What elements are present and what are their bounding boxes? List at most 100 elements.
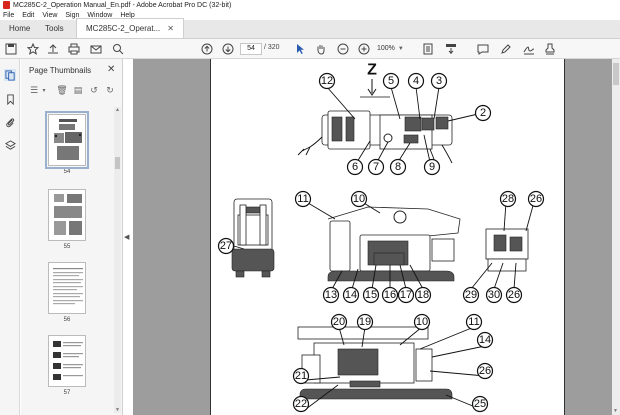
- print-icon[interactable]: [67, 42, 81, 56]
- svg-text:10: 10: [353, 193, 365, 205]
- mail-icon[interactable]: [89, 42, 103, 56]
- scrollbar-thumb[interactable]: [613, 63, 619, 85]
- thumbnail-page-number: 56: [63, 317, 71, 323]
- zoom-select[interactable]: 100% ▼: [377, 43, 413, 55]
- insert-page-icon[interactable]: ▤: [72, 84, 84, 96]
- bookmark-icon[interactable]: [4, 93, 16, 105]
- collapse-panel-icon[interactable]: ◀: [124, 233, 132, 241]
- tab-home[interactable]: Home: [0, 19, 36, 38]
- callout-16: 16: [381, 286, 399, 304]
- callout-29: 29: [462, 286, 480, 304]
- svg-text:10: 10: [416, 316, 428, 328]
- zoom-out-icon[interactable]: [336, 42, 350, 56]
- callout-14: 14: [342, 286, 360, 304]
- close-icon[interactable]: ✕: [107, 64, 115, 75]
- save-icon[interactable]: [4, 42, 18, 56]
- callout-18: 18: [414, 286, 432, 304]
- prev-page-icon[interactable]: [200, 42, 214, 56]
- callout-26: 26: [476, 362, 494, 380]
- search-icon[interactable]: [111, 42, 125, 56]
- svg-text:20: 20: [333, 316, 345, 328]
- layers-icon[interactable]: [4, 139, 16, 151]
- thumbnail-page-number: 57: [63, 390, 71, 396]
- tab-tools[interactable]: Tools: [36, 19, 72, 38]
- rotate-left-icon[interactable]: ↺: [88, 84, 100, 96]
- document-view[interactable]: Z 12 5 4 3 2 6 7 8 9 11 10 28 26 27 13 1…: [133, 59, 620, 415]
- menu-file[interactable]: File: [3, 12, 14, 19]
- scrollbar-thumb[interactable]: [115, 157, 120, 169]
- thumbnail-image: [45, 111, 89, 169]
- zoom-in-icon[interactable]: [357, 42, 371, 56]
- hand-icon[interactable]: [314, 42, 328, 56]
- machine-side-view: [327, 206, 461, 282]
- thumbnail-image: [48, 335, 86, 387]
- scroll-down-icon[interactable]: ▼: [613, 408, 618, 414]
- callout-25: 25: [471, 395, 489, 413]
- chevron-down-icon: ▼: [397, 46, 404, 52]
- callout-14: 14: [476, 331, 494, 349]
- highlight-icon[interactable]: [499, 42, 513, 56]
- acrobat-icon: [3, 1, 10, 9]
- svg-text:3: 3: [436, 75, 442, 87]
- callout-19: 19: [356, 313, 374, 331]
- callout-9: 9: [423, 158, 441, 176]
- thumbnail-page-57[interactable]: 57: [48, 335, 86, 396]
- svg-text:26: 26: [479, 365, 491, 377]
- scroll-up-icon[interactable]: ▲: [114, 107, 121, 113]
- tab-document[interactable]: MC285C-2_Operat... ✕: [76, 18, 184, 38]
- next-page-icon[interactable]: [221, 42, 235, 56]
- comment-icon[interactable]: [476, 42, 490, 56]
- thumbnail-page-55[interactable]: 55: [48, 189, 86, 250]
- svg-text:25: 25: [474, 398, 486, 410]
- scroll-mode-icon[interactable]: [444, 42, 458, 56]
- svg-text:27: 27: [220, 240, 232, 252]
- thumbnails-scrollbar[interactable]: ▲ ▼: [114, 107, 121, 413]
- thumbnail-page-number: 54: [63, 169, 71, 175]
- callout-11: 11: [294, 190, 312, 208]
- zoom-value: 100%: [377, 45, 395, 52]
- callout-21: 21: [292, 367, 310, 385]
- close-icon[interactable]: ✕: [167, 24, 174, 33]
- document-scrollbar[interactable]: ▼: [612, 59, 620, 415]
- callout-17: 17: [397, 286, 415, 304]
- svg-text:26: 26: [530, 193, 542, 205]
- callout-27: 27: [217, 237, 235, 255]
- machine-front-view: [231, 198, 275, 278]
- thumbnails-panel-title: Page Thumbnails: [29, 66, 92, 75]
- callout-26: 26: [505, 286, 523, 304]
- pdf-page: Z 12 5 4 3 2 6 7 8 9 11 10 28 26 27 13 1…: [210, 59, 565, 415]
- svg-text:11: 11: [468, 316, 479, 328]
- callout-30: 30: [485, 286, 503, 304]
- scroll-down-icon[interactable]: ▼: [114, 407, 121, 413]
- callout-2: 2: [474, 104, 492, 122]
- select-cursor-icon[interactable]: [293, 42, 307, 56]
- parts-diagram: Z 12 5 4 3 2 6 7 8 9 11 10 28 26 27 13 1…: [217, 62, 545, 413]
- page-number-input[interactable]: 54: [240, 43, 262, 55]
- page-fit-icon[interactable]: [421, 42, 435, 56]
- callout-3: 3: [430, 72, 448, 90]
- thumbnails-panel: Page Thumbnails ✕ ☰ ▾ 🗑 ▤ ↺ ↻ 54 55 56 5…: [21, 59, 123, 415]
- menu-edit[interactable]: Edit: [22, 12, 34, 19]
- svg-text:19: 19: [359, 316, 371, 328]
- attachment-icon[interactable]: [4, 116, 16, 128]
- upload-icon[interactable]: [46, 42, 60, 56]
- sign-icon[interactable]: [522, 42, 536, 56]
- thumbnail-page-54[interactable]: 54: [45, 111, 89, 175]
- svg-text:28: 28: [502, 193, 514, 205]
- chevron-down-icon[interactable]: ▾: [38, 84, 50, 96]
- stamp-icon[interactable]: [543, 42, 557, 56]
- toolbar: 54 / 320 100% ▼: [0, 39, 620, 59]
- view-z-label: Z: [367, 62, 377, 79]
- thumbnail-page-56[interactable]: 56: [48, 262, 86, 323]
- svg-text:14: 14: [479, 334, 491, 346]
- page-thumbnails-icon[interactable]: [4, 69, 16, 81]
- page-total: / 320: [264, 44, 280, 51]
- rotate-right-icon[interactable]: ↻: [104, 84, 116, 96]
- svg-text:5: 5: [388, 75, 394, 87]
- menu-view[interactable]: View: [42, 12, 57, 19]
- delete-icon[interactable]: 🗑: [56, 84, 68, 96]
- svg-text:21: 21: [295, 370, 307, 382]
- svg-text:30: 30: [488, 289, 500, 301]
- star-icon[interactable]: [26, 42, 40, 56]
- page-border: [564, 59, 565, 415]
